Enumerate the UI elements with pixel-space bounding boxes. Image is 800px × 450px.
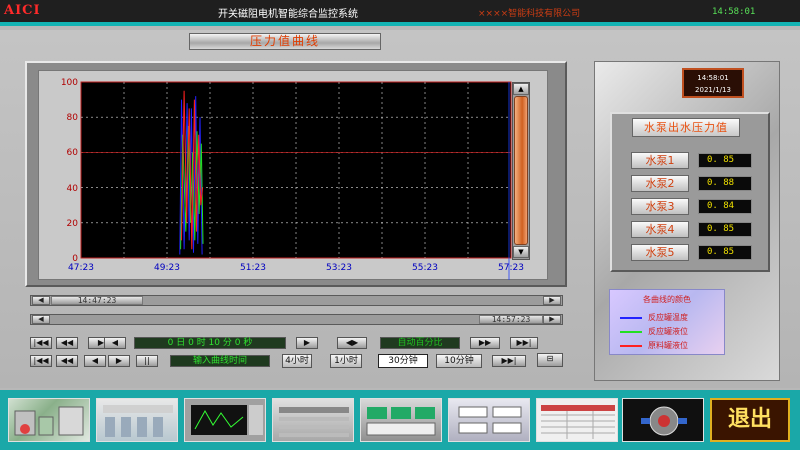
range-30m-button[interactable]: 30分钟 bbox=[378, 354, 428, 368]
control-icon bbox=[366, 407, 436, 436]
plant-icon bbox=[14, 406, 84, 436]
pump-pressure-value: 0. 84 bbox=[698, 199, 752, 214]
process-icon bbox=[103, 405, 173, 437]
auto-scale-display: 自动百分比 bbox=[380, 337, 460, 349]
nav-thumb-control[interactable] bbox=[360, 398, 442, 442]
scroll-left-button[interactable]: ◀ bbox=[32, 296, 50, 305]
pressure-title: 水泵出水压力值 bbox=[632, 118, 740, 137]
chart-vscroll-down-button[interactable]: ▼ bbox=[513, 246, 529, 258]
print-button[interactable]: ⊟ bbox=[537, 353, 563, 367]
x-tick-label: 47:23 bbox=[68, 263, 94, 273]
nav-thumb-process[interactable] bbox=[96, 398, 178, 442]
start-time-scrollbar[interactable]: ◀ 14:47:23 ▶ bbox=[30, 295, 563, 306]
range-10m-button[interactable]: 10分钟 bbox=[436, 354, 482, 368]
step-back-button[interactable]: ◀ bbox=[104, 337, 126, 349]
range-4h-button[interactable]: 4小时 bbox=[282, 354, 312, 368]
nav-thumb-alarm[interactable] bbox=[536, 398, 618, 442]
y-tick-label: 60 bbox=[66, 148, 78, 159]
company-name: ××××智能科技有限公司 bbox=[478, 9, 581, 19]
report-icon bbox=[279, 407, 349, 437]
start-time-thumb[interactable]: 14:47:23 bbox=[51, 296, 143, 305]
last-page-button[interactable]: ▶▶| bbox=[510, 337, 538, 349]
nav-thumb-overview[interactable] bbox=[8, 398, 90, 442]
datetime-time: 14:58:01 bbox=[697, 74, 729, 82]
legend-label: 反应罐温度 bbox=[648, 313, 688, 322]
datetime-display: 14:58:01 2021/1/13 bbox=[682, 68, 744, 98]
prev-button[interactable]: ◀◀ bbox=[56, 355, 78, 367]
x-tick-label: 49:23 bbox=[154, 263, 180, 273]
pump-label: 水泵5 bbox=[631, 244, 689, 261]
legend-title: 各曲线的颜色 bbox=[643, 295, 691, 304]
y-tick-label: 100 bbox=[60, 78, 78, 88]
legend-swatch bbox=[620, 317, 642, 319]
chart-vscroll-up-button[interactable]: ▲ bbox=[513, 83, 529, 95]
chart-title: 压力值曲线 bbox=[189, 33, 381, 50]
header-clock: 14:58:01 bbox=[712, 7, 756, 17]
y-tick-label: 40 bbox=[66, 183, 78, 194]
exit-button[interactable]: 退出 bbox=[710, 398, 790, 442]
back-button[interactable]: ◀ bbox=[84, 355, 106, 367]
nav-thumb-report[interactable] bbox=[272, 398, 354, 442]
step-forward-button[interactable]: ▶ bbox=[296, 337, 318, 349]
pause-button[interactable]: || bbox=[136, 355, 158, 367]
title-bar bbox=[0, 0, 800, 26]
scroll-right-button[interactable]: ▶ bbox=[543, 315, 561, 324]
pump-pressure-value: 0. 85 bbox=[698, 222, 752, 237]
prev-page-button[interactable]: ◀◀ bbox=[56, 337, 78, 349]
pump-pressure-value: 0. 85 bbox=[698, 153, 752, 168]
duration-display: 0 日 0 时 10 分 0 秒 bbox=[134, 337, 286, 349]
legend-swatch bbox=[620, 345, 642, 347]
scroll-left-button[interactable]: ◀ bbox=[32, 315, 50, 324]
app-logo: AICI bbox=[4, 3, 41, 18]
pump-label: 水泵2 bbox=[631, 175, 689, 192]
first-page-button[interactable]: |◀◀ bbox=[30, 337, 52, 349]
motor-icon bbox=[641, 406, 687, 436]
nav-thumb-params[interactable] bbox=[448, 398, 530, 442]
trend-icon bbox=[191, 405, 263, 435]
trend-chart bbox=[80, 81, 512, 280]
legend-label: 反应罐液位 bbox=[648, 327, 688, 336]
x-tick-label: 55:23 bbox=[412, 263, 438, 273]
pump-label: 水泵1 bbox=[631, 152, 689, 169]
y-tick-label: 20 bbox=[66, 218, 78, 229]
import-time-button[interactable]: 输入曲线时间 bbox=[170, 355, 270, 367]
x-tick-label: 53:23 bbox=[326, 263, 352, 273]
alarm-table-icon bbox=[541, 405, 615, 439]
legend-label: 原料罐液位 bbox=[648, 341, 688, 350]
nav-thumb-trend[interactable] bbox=[184, 398, 266, 442]
app-title: 开关磁阻电机智能综合监控系统 bbox=[218, 9, 358, 20]
params-icon bbox=[458, 406, 522, 434]
chart-vscroll-thumb[interactable] bbox=[514, 96, 528, 245]
nav-thumb-motor[interactable] bbox=[622, 398, 704, 442]
x-tick-label: 57:23 bbox=[498, 263, 524, 273]
y-tick-label: 80 bbox=[66, 113, 78, 124]
pump-pressure-value: 0. 85 bbox=[698, 245, 752, 260]
datetime-date: 2021/1/13 bbox=[695, 86, 731, 94]
pump-pressure-value: 0. 88 bbox=[698, 176, 752, 191]
pump-label: 水泵4 bbox=[631, 221, 689, 238]
zoom-out-button[interactable]: ◀▶ bbox=[337, 337, 367, 349]
end-time-thumb[interactable]: 14:57:23 bbox=[479, 315, 543, 324]
legend-swatch bbox=[620, 331, 642, 333]
forward-button[interactable]: ▶ bbox=[108, 355, 130, 367]
end-time-scrollbar[interactable]: ◀ 14:57:23 ▶ bbox=[30, 314, 563, 325]
x-tick-label: 51:23 bbox=[240, 263, 266, 273]
range-1h-button[interactable]: 1小时 bbox=[330, 354, 362, 368]
scroll-right-button[interactable]: ▶ bbox=[543, 296, 561, 305]
first-button[interactable]: |◀◀ bbox=[30, 355, 52, 367]
next-page-button[interactable]: ▶▶ bbox=[470, 337, 500, 349]
pump-label: 水泵3 bbox=[631, 198, 689, 215]
end-button[interactable]: ▶▶| bbox=[492, 355, 526, 367]
